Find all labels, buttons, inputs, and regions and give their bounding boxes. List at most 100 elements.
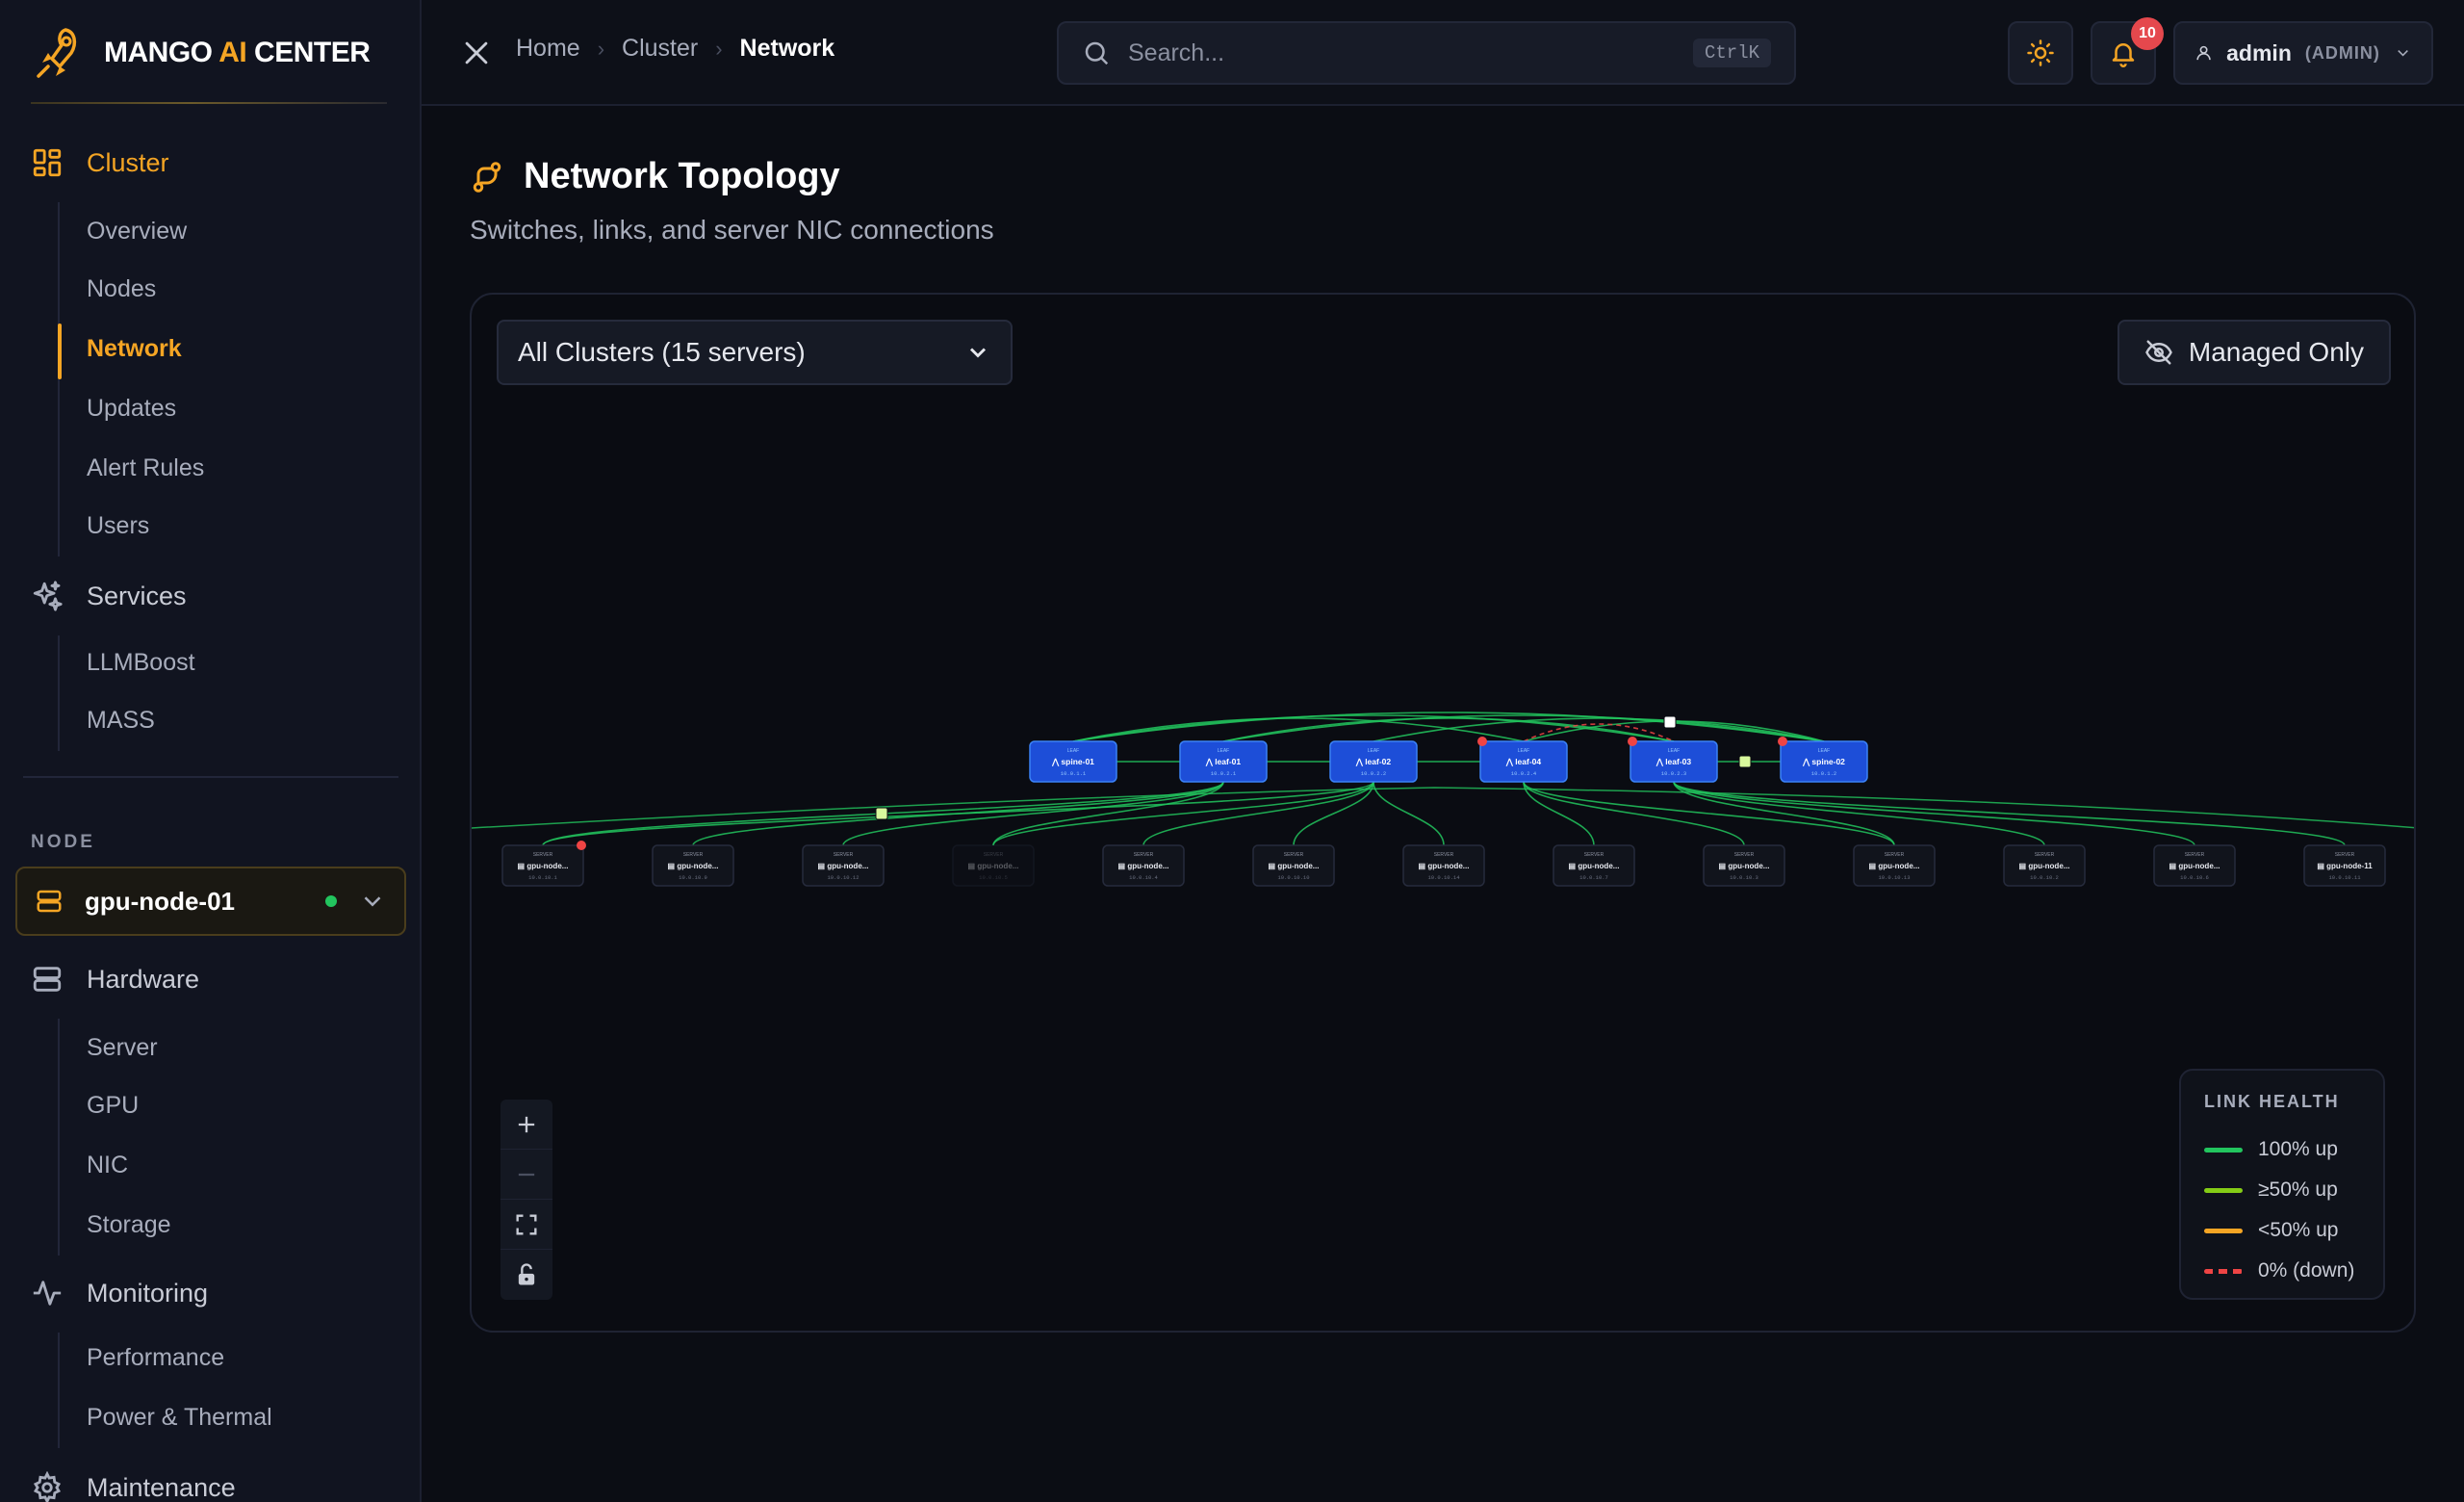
server-node[interactable]: SERVER ▤ gpu-node... 10.0.10.2 bbox=[2003, 844, 2086, 887]
nav-section-services[interactable]: Services bbox=[31, 580, 187, 612]
nav-section-cluster[interactable]: Cluster bbox=[31, 146, 169, 179]
server-ip: 10.0.10.10 bbox=[1277, 874, 1309, 881]
sidebar-item-power-thermal[interactable]: Power & Thermal bbox=[87, 1404, 272, 1432]
network-link[interactable] bbox=[542, 781, 1374, 846]
search-input[interactable] bbox=[1128, 39, 1676, 67]
server-node[interactable]: SERVER ▤ gpu-node... 10.0.10.12 bbox=[802, 844, 885, 887]
switch-node[interactable]: LEAF ⋀ spine-02 10.0.1.2 bbox=[1778, 737, 1868, 783]
network-link[interactable] bbox=[1673, 781, 2195, 846]
switch-node[interactable]: LEAF ⋀ leaf-03 10.0.2.3 bbox=[1628, 737, 1718, 783]
legend-item: <50% up bbox=[2204, 1210, 2360, 1251]
server-type: SERVER bbox=[1284, 852, 1304, 858]
server-name: ▤ gpu-node... bbox=[1569, 862, 1620, 870]
close-icon[interactable] bbox=[460, 37, 493, 69]
nav-section-monitoring[interactable]: Monitoring bbox=[31, 1277, 208, 1309]
minus-icon bbox=[518, 1173, 535, 1176]
nav-section-hardware[interactable]: Hardware bbox=[31, 963, 199, 996]
switch-ip: 10.0.1.1 bbox=[1061, 770, 1087, 777]
server-name: ▤ gpu-node... bbox=[2169, 862, 2220, 870]
network-link[interactable] bbox=[1523, 781, 1895, 846]
breadcrumb-home[interactable]: Home bbox=[516, 35, 580, 63]
topology-canvas[interactable]: LEAF ⋀ spine-01 10.0.1.1 LEAF ⋀ leaf-01 10.0.… bbox=[472, 295, 2416, 1333]
server-ip: 10.0.10.6 bbox=[2180, 874, 2209, 881]
network-link[interactable] bbox=[1222, 717, 1675, 742]
sidebar-item-mass[interactable]: MASS bbox=[87, 707, 155, 735]
switch-type: LEAF bbox=[1668, 748, 1681, 754]
server-ip: 10.0.10.4 bbox=[1129, 874, 1158, 881]
sidebar-item-network[interactable]: Network bbox=[87, 335, 182, 363]
sidebar-item-nic[interactable]: NIC bbox=[87, 1152, 128, 1179]
network-link[interactable] bbox=[1673, 781, 2045, 846]
zoom-in-button[interactable] bbox=[500, 1100, 552, 1150]
managed-only-toggle[interactable]: Managed Only bbox=[2117, 320, 2391, 385]
switch-node[interactable]: LEAF ⋀ leaf-04 10.0.2.4 bbox=[1477, 737, 1568, 783]
server-name: ▤ gpu-node-11 bbox=[2317, 862, 2373, 870]
server-type: SERVER bbox=[1734, 852, 1755, 858]
search-icon bbox=[1085, 41, 1109, 65]
sidebar-item-users[interactable]: Users bbox=[87, 512, 149, 540]
sun-icon bbox=[2027, 39, 2054, 66]
network-link[interactable] bbox=[1222, 714, 1825, 742]
theme-toggle-button[interactable] bbox=[2008, 21, 2073, 85]
server-ip: 10.0.10.2 bbox=[2030, 874, 2059, 881]
lock-view-button[interactable] bbox=[500, 1250, 552, 1300]
server-type: SERVER bbox=[1584, 852, 1604, 858]
zoom-controls bbox=[500, 1100, 552, 1300]
server-node[interactable]: SERVER ▤ gpu-node... 10.0.10.5 bbox=[952, 844, 1035, 887]
network-link[interactable] bbox=[1373, 781, 1445, 846]
managed-only-label: Managed Only bbox=[2188, 337, 2364, 367]
server-node[interactable]: SERVER ▤ gpu-node... 10.0.10.4 bbox=[1102, 844, 1185, 887]
sidebar-item-llmboost[interactable]: LLMBoost bbox=[87, 649, 195, 677]
sidebar-item-performance[interactable]: Performance bbox=[87, 1344, 224, 1372]
cluster-filter-select[interactable]: All Clusters (15 servers) bbox=[497, 320, 1013, 385]
breadcrumb-cluster[interactable]: Cluster bbox=[622, 35, 698, 63]
dashboard-grid-icon bbox=[33, 148, 62, 177]
switch-node[interactable]: LEAF ⋀ leaf-01 10.0.2.1 bbox=[1179, 740, 1268, 783]
sidebar-item-storage[interactable]: Storage bbox=[87, 1211, 171, 1239]
server-node[interactable]: SERVER ▤ gpu-node-11 10.0.10.11 bbox=[2303, 844, 2386, 887]
server-name: ▤ gpu-node... bbox=[1269, 862, 1320, 870]
legend-item: 0% (down) bbox=[2204, 1251, 2360, 1291]
switch-name: ⋀ leaf-02 bbox=[1355, 757, 1392, 766]
brand[interactable]: MANGO AI CENTER bbox=[31, 21, 371, 85]
sidebar-item-gpu[interactable]: GPU bbox=[87, 1092, 139, 1120]
search-shortcut-hint: CtrlK bbox=[1692, 39, 1771, 67]
switch-node[interactable]: LEAF ⋀ spine-01 10.0.1.1 bbox=[1029, 740, 1117, 783]
sidebar-item-alert-rules[interactable]: Alert Rules bbox=[87, 454, 204, 482]
server-node[interactable]: SERVER ▤ gpu-node... 10.0.10.6 bbox=[2153, 844, 2236, 887]
legend-swatch-down bbox=[2204, 1268, 2243, 1274]
server-node[interactable]: SERVER ▤ gpu-node... 10.0.10.1 bbox=[501, 841, 586, 887]
nav-section-maintenance[interactable]: Maintenance bbox=[31, 1471, 236, 1502]
switch-node[interactable]: LEAF ⋀ leaf-02 10.0.2.2 bbox=[1329, 740, 1418, 783]
server-ip: 10.0.10.1 bbox=[528, 874, 557, 881]
network-link[interactable] bbox=[1673, 781, 2346, 846]
server-type: SERVER bbox=[984, 852, 1004, 858]
fit-view-button[interactable] bbox=[500, 1200, 552, 1250]
server-node[interactable]: SERVER ▤ gpu-node... 10.0.10.9 bbox=[652, 844, 734, 887]
sidebar-item-nodes[interactable]: Nodes bbox=[87, 275, 156, 303]
server-node[interactable]: SERVER ▤ gpu-node... 10.0.10.14 bbox=[1402, 844, 1485, 887]
user-menu-button[interactable]: admin (ADMIN) bbox=[2173, 21, 2433, 85]
zoom-out-button[interactable] bbox=[500, 1150, 552, 1200]
server-ip: 10.0.10.3 bbox=[1730, 874, 1758, 881]
notifications-button[interactable]: 10 bbox=[2091, 17, 2164, 85]
server-node[interactable]: SERVER ▤ gpu-node... 10.0.10.7 bbox=[1553, 844, 1635, 887]
switch-type: LEAF bbox=[1067, 748, 1080, 754]
server-node[interactable]: SERVER ▤ gpu-node... 10.0.10.3 bbox=[1703, 844, 1785, 887]
server-node[interactable]: SERVER ▤ gpu-node... 10.0.10.10 bbox=[1252, 844, 1335, 887]
network-link[interactable] bbox=[992, 781, 1374, 846]
server-node[interactable]: SERVER ▤ gpu-node... 10.0.10.13 bbox=[1853, 844, 1936, 887]
search-bar[interactable]: CtrlK bbox=[1057, 21, 1796, 85]
sidebar-item-server[interactable]: Server bbox=[87, 1034, 158, 1062]
nav-section-cluster-label: Cluster bbox=[87, 147, 169, 177]
switch-name: ⋀ leaf-01 bbox=[1205, 757, 1242, 766]
sidebar-item-updates[interactable]: Updates bbox=[87, 395, 176, 423]
hardware-subnav: Server GPU NIC Storage bbox=[58, 1019, 171, 1256]
chevron-down-icon bbox=[364, 896, 381, 907]
node-selector[interactable]: gpu-node-01 bbox=[15, 867, 406, 936]
legend-title: LINK HEALTH bbox=[2204, 1092, 2340, 1111]
sidebar-item-overview[interactable]: Overview bbox=[87, 218, 187, 246]
network-link[interactable] bbox=[842, 781, 1224, 846]
switch-name: ⋀ spine-01 bbox=[1051, 757, 1094, 766]
server-ip: 10.0.10.12 bbox=[827, 874, 859, 881]
